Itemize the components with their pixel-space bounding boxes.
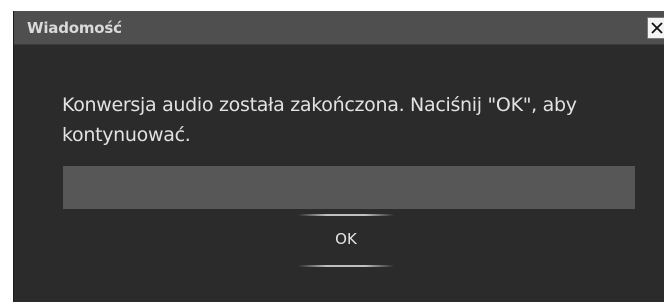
dialog-message: Konwersja audio została zakończona. Naci… <box>62 94 577 146</box>
ok-button-label: OK <box>335 230 357 248</box>
close-button[interactable] <box>647 17 664 39</box>
title-bar[interactable]: Wiadomość <box>14 11 664 45</box>
progress-bar <box>63 166 635 209</box>
ok-button-top-border <box>298 214 394 216</box>
dialog-title: Wiadomość <box>27 19 122 37</box>
message-dialog: Wiadomość Konwersja audio została zakońc… <box>13 11 664 302</box>
ok-button[interactable]: OK <box>298 214 394 268</box>
close-icon <box>650 22 663 34</box>
ok-button-bottom-border <box>298 265 394 267</box>
